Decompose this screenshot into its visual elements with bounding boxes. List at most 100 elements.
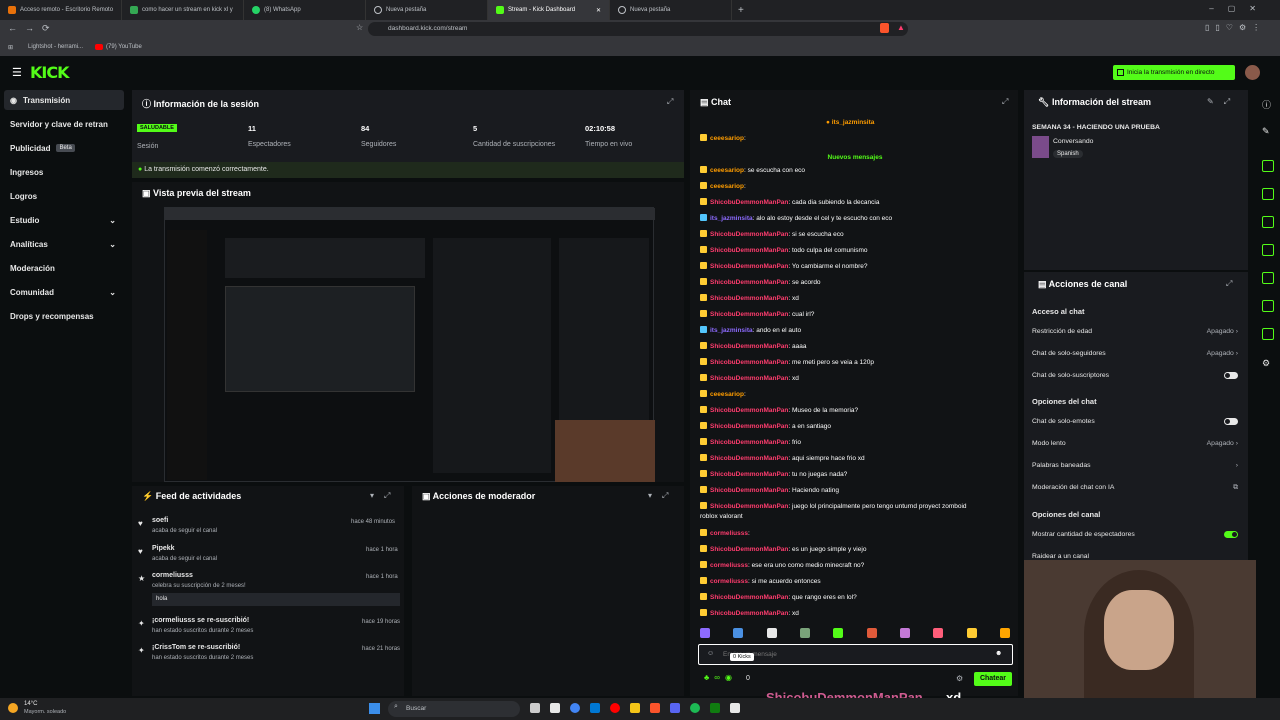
nav-arrows-icon[interactable]: ←→⟳ <box>8 23 58 34</box>
chat-username[interactable]: ShicobuDemmonManPan <box>710 359 788 366</box>
chat-username[interactable]: cormeliusss <box>710 578 748 585</box>
chat-username[interactable]: ShicobuDemmonManPan <box>710 487 788 494</box>
window-controls-icon[interactable]: –▢✕ <box>1209 4 1270 13</box>
setting-row[interactable]: Restricción de edad Apagado › <box>1032 328 1238 335</box>
rail-button[interactable] <box>1262 328 1274 340</box>
feed-user[interactable]: ¡cormeliusss se re-suscribió! <box>152 617 249 624</box>
rail-button[interactable] <box>1262 272 1274 284</box>
url-field[interactable]: dashboard.kick.com/stream <box>368 22 908 36</box>
setting-row[interactable]: Palabras baneadas › <box>1032 462 1238 469</box>
setting-row[interactable]: Modo lento Apagado › <box>1032 440 1238 447</box>
emote-icon[interactable] <box>700 628 710 638</box>
feed-user[interactable]: Pipekk <box>152 545 175 552</box>
sidebar-item-drops[interactable]: Drops y recompensas <box>4 306 124 326</box>
sidebar-item-ingresos[interactable]: Ingresos <box>4 162 124 182</box>
chat-username[interactable]: ceeesariop <box>710 183 744 190</box>
chat-username[interactable]: ShicobuDemmonManPan <box>710 423 788 430</box>
filter-icon[interactable]: ▾⤢ <box>648 491 678 501</box>
close-tab-icon[interactable]: ✕ <box>596 7 601 14</box>
setting-row[interactable]: Moderación del chat con IA ⧉ <box>1032 484 1238 492</box>
chat-username[interactable]: ShicobuDemmonManPan <box>710 439 788 446</box>
browser-tab[interactable]: como hacer un stream en kick xl y <box>122 0 244 20</box>
taskbar-app-icon[interactable] <box>610 703 620 713</box>
taskbar-app-icon[interactable] <box>530 703 540 713</box>
emote-icon[interactable] <box>799 628 810 638</box>
emote-icon[interactable] <box>999 628 1010 638</box>
expand-icon[interactable]: ⤢ <box>1002 97 1008 107</box>
emote-icon[interactable] <box>766 628 777 638</box>
alert-triangle-icon[interactable]: ▲ <box>897 23 905 32</box>
rail-button[interactable] <box>1262 216 1274 228</box>
toggle-switch[interactable] <box>1224 531 1238 538</box>
stream-category[interactable]: Conversando <box>1053 138 1093 145</box>
chat-username[interactable]: ShicobuDemmonManPan <box>710 247 788 254</box>
browser-tab[interactable]: Nueva pestaña <box>610 0 732 20</box>
setting-row[interactable]: Raidear a un canal <box>1032 553 1238 559</box>
chat-tool-icons[interactable]: ♣∞◉ <box>704 673 737 682</box>
new-tab-icon[interactable]: + <box>732 5 744 16</box>
emote-icon[interactable] <box>833 628 844 638</box>
chat-username[interactable]: ShicobuDemmonManPan <box>710 455 788 462</box>
chat-username[interactable]: ShicobuDemmonManPan <box>710 375 788 382</box>
taskbar-app-icon[interactable] <box>730 703 740 713</box>
kick-logo[interactable]: KICK <box>30 63 69 82</box>
toggle-switch[interactable] <box>1224 418 1238 425</box>
brave-shield-icon[interactable] <box>880 23 889 33</box>
chat-username[interactable]: ShicobuDemmonManPan <box>710 503 788 510</box>
chat-username[interactable]: ShicobuDemmonManPan <box>710 199 788 206</box>
feed-user[interactable]: ¡CrissTom se re-suscribió! <box>152 644 240 651</box>
taskbar-search[interactable]: Buscar <box>388 701 520 717</box>
chat-username[interactable]: ShicobuDemmonManPan <box>710 594 788 601</box>
apps-grid-icon[interactable]: ⊞ <box>8 44 13 51</box>
bookmark-item[interactable]: Lightshot - herrami... <box>28 44 83 50</box>
rail-button[interactable] <box>1262 188 1274 200</box>
bookmark-star-icon[interactable]: ☆ <box>356 23 363 32</box>
gear-icon[interactable]: ⚙ <box>956 674 963 683</box>
rail-button[interactable] <box>1262 244 1274 256</box>
chat-username[interactable]: cormeliusss <box>710 562 748 569</box>
sidebar-item-comunidad[interactable]: Comunidad ⌄ <box>4 282 124 302</box>
chat-username[interactable]: ShicobuDemmonManPan <box>710 311 788 318</box>
extensions-icon[interactable]: ▯▯♡⚙⋮ <box>1205 23 1266 32</box>
chat-username[interactable]: ShicobuDemmonManPan <box>710 471 788 478</box>
taskbar-app-icon[interactable] <box>710 703 720 713</box>
chat-username[interactable]: ShicobuDemmonManPan <box>710 407 788 414</box>
sidebar-item-analiticas[interactable]: Analíticas ⌄ <box>4 234 124 254</box>
chat-username[interactable]: ShicobuDemmonManPan <box>710 546 788 553</box>
bookmark-item[interactable]: (79) YouTube <box>95 44 142 50</box>
sidebar-item-transmision[interactable]: ◉ Transmisión <box>4 90 124 110</box>
chat-username[interactable]: ShicobuDemmonManPan <box>710 295 788 302</box>
sidebar-item-moderacion[interactable]: Moderación <box>4 258 124 278</box>
chat-username[interactable]: ShicobuDemmonManPan <box>710 263 788 270</box>
info-icon[interactable]: ⓘ <box>1262 98 1271 111</box>
expand-icon[interactable]: ⤢ <box>667 97 673 107</box>
chat-username[interactable]: its_jazminsita <box>710 327 753 334</box>
windows-start-icon[interactable] <box>369 703 380 714</box>
sidebar-item-estudio[interactable]: Estudio ⌄ <box>4 210 124 230</box>
emote-icon[interactable] <box>866 628 877 638</box>
filter-icon[interactable]: ▾⤢ <box>370 491 400 501</box>
edit-icon[interactable]: ✎ <box>1262 126 1270 137</box>
toggle-switch[interactable] <box>1224 372 1238 379</box>
pinned-user[interactable]: ● its_jazminsita <box>826 119 874 126</box>
chat-username[interactable]: ShicobuDemmonManPan <box>710 343 788 350</box>
chat-username[interactable]: ceeesariop <box>710 391 744 398</box>
browser-tab[interactable]: (8) WhatsApp <box>244 0 366 20</box>
chat-username[interactable]: ceeesariop <box>710 135 744 142</box>
expand-icon[interactable]: ⤢ <box>1226 279 1232 289</box>
smile-icon[interactable]: ☻ <box>995 650 1002 657</box>
rail-button[interactable] <box>1262 300 1274 312</box>
taskbar-app-icon[interactable] <box>690 703 700 713</box>
taskbar-app-icon[interactable] <box>550 703 560 713</box>
taskbar-app-icon[interactable] <box>630 703 640 713</box>
settings-icon[interactable]: ⚙ <box>1262 358 1270 369</box>
browser-tab[interactable]: Nueva pestaña <box>366 0 488 20</box>
go-live-button[interactable]: Inicia la transmisión en directo <box>1113 65 1235 80</box>
chat-username[interactable]: ShicobuDemmonManPan <box>710 231 788 238</box>
chat-username[interactable]: ShicobuDemmonManPan <box>710 610 788 617</box>
browser-tab[interactable]: Acceso remoto - Escritorio Remoto <box>0 0 122 20</box>
chat-username[interactable]: ceeesariop <box>710 167 744 174</box>
taskbar-app-icon[interactable] <box>670 703 680 713</box>
feed-user[interactable]: soefi <box>152 517 168 524</box>
browser-tab-active[interactable]: Stream - Kick Dashboard ✕ <box>488 0 610 20</box>
